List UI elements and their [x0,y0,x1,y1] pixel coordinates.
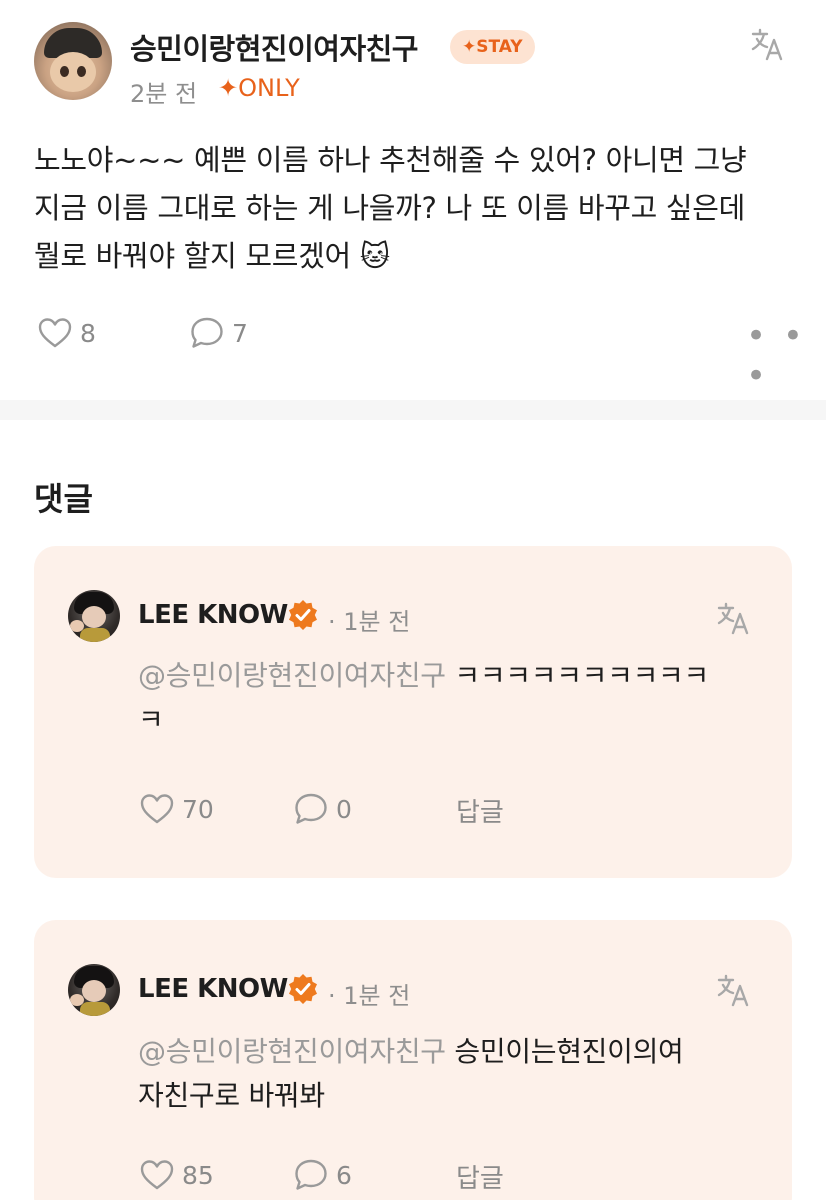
comment-reply-count-button[interactable]: 0 [292,790,352,828]
post-body-line: 지금 이름 그대로 하는 게 나을까? 나 또 이름 바꾸고 싶은데 [34,191,746,225]
reply-button[interactable]: 답글 [456,1158,504,1195]
comment-text: 승민이는현진이의여 [454,1035,684,1068]
post-body: 노노야~~~ 예쁜 이름 하나 추천해줄 수 있어? 아니면 그냥 지금 이름 … [34,136,804,280]
commenter-avatar[interactable] [68,964,120,1016]
only-label: ✦ONLY [218,74,300,102]
section-divider [0,400,826,420]
commenter-name[interactable]: LEE KNOW [138,600,288,630]
comment-icon [191,317,223,348]
comment-like-count: 70 [182,794,214,824]
author-name[interactable]: 승민이랑현진이여자친구 [130,26,418,68]
verified-icon [286,972,320,1006]
comment-count: 7 [232,318,248,348]
comment-body: @승민이랑현진이여자친구 ㅋㅋㅋㅋㅋㅋㅋㅋㅋㅋ ㅋ [138,654,758,742]
translate-icon[interactable] [750,26,786,62]
comment-reply-count: 6 [336,1160,352,1190]
author-avatar[interactable] [34,22,112,100]
post: 승민이랑현진이여자친구 ✦STAY 2분 전 ✦ONLY 노노야~~~ 예쁜 이… [0,0,826,400]
translate-icon[interactable] [716,972,752,1008]
mention-link[interactable]: @승민이랑현진이여자친구 [138,659,446,692]
comment-like-button[interactable]: 85 [138,1156,214,1194]
heart-icon [140,794,174,824]
reply-button[interactable]: 답글 [456,792,504,829]
stay-badge: ✦STAY [450,30,535,64]
comment-card: LEE KNOW · 1분 전 @승민이랑현진이여자친구 ㅋㅋㅋㅋㅋㅋㅋㅋㅋㅋ … [34,546,792,878]
heart-icon [38,318,72,348]
verified-icon [286,598,320,632]
post-body-line: 노노야~~~ 예쁜 이름 하나 추천해줄 수 있어? 아니면 그냥 [34,143,747,177]
comment-text: ㅋ [138,703,164,736]
comment-like-count: 85 [182,1160,214,1190]
comment-time: · 1분 전 [328,982,411,1010]
translate-icon[interactable] [716,600,752,636]
more-icon[interactable]: • • • [746,316,826,396]
like-count: 8 [80,318,96,348]
post-body-line: 뭘로 바꿔야 할지 모르겠어 🐱 [34,239,390,273]
comment-time: · 1분 전 [328,608,411,636]
commenter-name[interactable]: LEE KNOW [138,974,288,1004]
comment-card: LEE KNOW · 1분 전 @승민이랑현진이여자친구 승민이는현진이의여 자… [34,920,792,1200]
comment-reply-count-button[interactable]: 6 [292,1156,352,1194]
comment-button[interactable]: 7 [188,314,248,352]
commenter-avatar[interactable] [68,590,120,642]
mention-link[interactable]: @승민이랑현진이여자친구 [138,1035,446,1068]
comments-title: 댓글 [34,480,93,518]
like-button[interactable]: 8 [36,314,96,352]
comment-text: ㅋㅋㅋㅋㅋㅋㅋㅋㅋㅋ [454,659,709,692]
comment-text: 자친구로 바꿔봐 [138,1079,325,1112]
post-time: 2분 전 [130,80,198,108]
comment-icon [295,1159,327,1190]
comment-reply-count: 0 [336,794,352,824]
comment-like-button[interactable]: 70 [138,790,214,828]
heart-icon [140,1160,174,1190]
comment-body: @승민이랑현진이여자친구 승민이는현진이의여 자친구로 바꿔봐 [138,1030,758,1118]
comment-icon [295,793,327,824]
